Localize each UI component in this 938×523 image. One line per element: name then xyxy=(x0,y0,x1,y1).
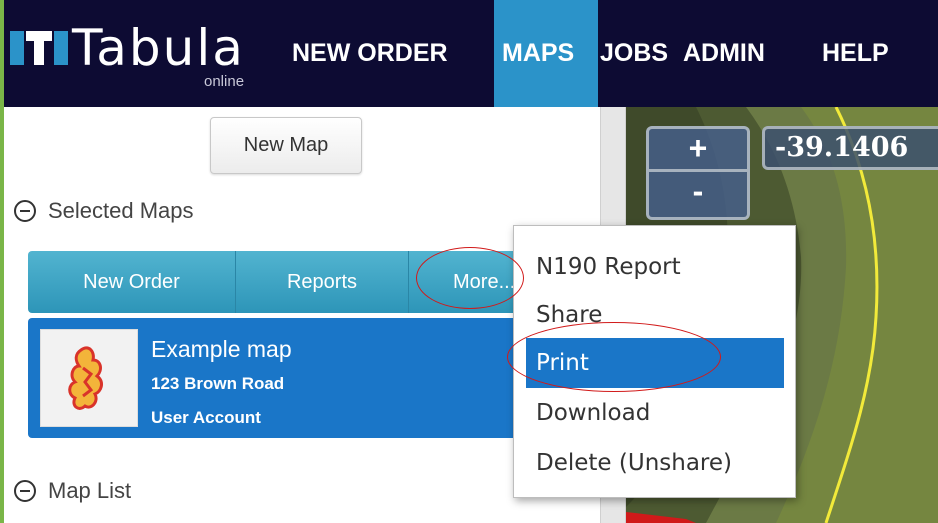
tabula-logo[interactable]: Tabula online xyxy=(10,19,278,93)
selected-maps-label: Selected Maps xyxy=(48,198,194,223)
new-order-button[interactable]: New Order xyxy=(28,251,236,313)
more-dropdown-menu: N190 Report Share Print Download Delete … xyxy=(513,225,796,498)
menu-item-n190-report[interactable]: N190 Report xyxy=(526,242,784,292)
selected-maps-actions: New Order Reports More... xyxy=(28,251,588,313)
collapse-icon[interactable] xyxy=(14,480,36,502)
logo-brand-text: Tabula xyxy=(72,19,245,77)
menu-item-print[interactable]: Print xyxy=(526,338,784,388)
menu-item-delete-unshare[interactable]: Delete (Unshare) xyxy=(526,438,784,488)
nav-jobs[interactable]: JOBS xyxy=(600,0,668,107)
map-title: Example map xyxy=(151,336,292,362)
map-list-header[interactable]: Map List xyxy=(10,478,131,504)
map-account: User Account xyxy=(151,408,261,427)
zoom-in-button[interactable]: + xyxy=(646,126,750,172)
coordinate-readout: -39.1406 xyxy=(762,126,938,170)
tabula-logo-mark-icon xyxy=(10,31,74,65)
logo-sub-text: online xyxy=(204,73,245,90)
map-address: 123 Brown Road xyxy=(151,374,285,393)
nav-new-order[interactable]: NEW ORDER xyxy=(292,0,448,107)
zoom-out-button[interactable]: - xyxy=(646,172,750,220)
nav-admin[interactable]: ADMIN xyxy=(683,0,765,107)
nav-maps[interactable]: MAPS xyxy=(494,0,598,107)
new-map-button[interactable]: New Map xyxy=(210,117,362,174)
reports-button[interactable]: Reports xyxy=(236,251,409,313)
map-thumbnail xyxy=(40,329,138,427)
collapse-icon[interactable] xyxy=(14,200,36,222)
menu-item-download[interactable]: Download xyxy=(526,388,784,438)
page-left-border xyxy=(0,0,4,523)
menu-item-share[interactable]: Share xyxy=(526,290,784,340)
map-list-label: Map List xyxy=(48,478,132,503)
selected-map-card[interactable]: Example map 123 Brown Road User Account xyxy=(28,318,588,438)
selected-maps-header[interactable]: Selected Maps xyxy=(10,198,194,224)
nav-help[interactable]: HELP xyxy=(822,0,889,107)
